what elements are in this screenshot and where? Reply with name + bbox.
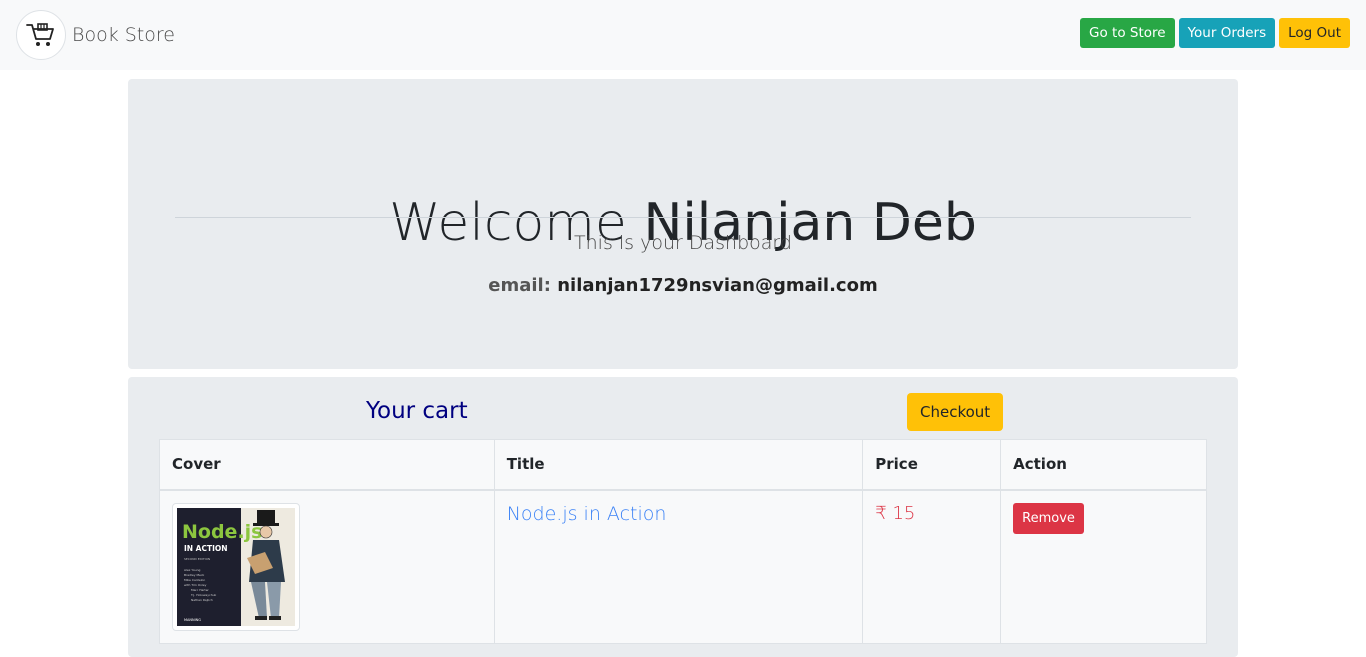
navbar: Book Store Go to Store Your Orders Log O… <box>0 0 1366 70</box>
email-value: nilanjan1729nsvian@gmail.com <box>557 275 878 296</box>
brand[interactable]: Book Store <box>16 10 175 60</box>
cover-author-1: Alex Young <box>184 568 200 572</box>
cart-title: Your cart <box>366 398 468 424</box>
dashboard-subtitle: This is your Dashboard <box>574 232 792 254</box>
book-cover-image: Node.js IN ACTION SECOND EDITION Alex Yo… <box>172 502 300 631</box>
book-title-link[interactable]: Node.js in Action <box>507 503 667 525</box>
action-cell: Remove <box>1000 489 1207 644</box>
column-header-action: Action <box>1000 439 1207 491</box>
book-cover-art: Node.js IN ACTION SECOND EDITION Alex Yo… <box>177 507 295 626</box>
cover-author-2: Bradley Meck <box>184 573 205 577</box>
cover-author-7: Nathan Rajlich <box>191 598 213 602</box>
your-orders-button[interactable]: Your Orders <box>1178 18 1276 48</box>
remove-button[interactable]: Remove <box>1013 502 1084 534</box>
email-label: email: <box>488 275 551 296</box>
cover-author-6: T.J. Holowaychuk <box>190 593 217 597</box>
nav-buttons: Go to Store Your Orders Log Out <box>1080 18 1350 48</box>
column-header-title: Title <box>493 439 864 491</box>
cover-author-5: Marc Harter <box>191 588 210 592</box>
shopping-cart-icon[interactable] <box>16 10 66 60</box>
table-header-row: Cover Title Price Action <box>159 439 1207 491</box>
cover-edition: SECOND EDITION <box>184 557 210 561</box>
divider <box>175 217 1191 218</box>
cart-section: Your cart Checkout Cover Title Price Act… <box>128 377 1238 657</box>
cover-publisher: MANNING <box>184 618 201 622</box>
email-line: email: nilanjan1729nsvian@gmail.com <box>128 275 1238 296</box>
cart-table: Cover Title Price Action Node.js IN ACTI… <box>159 439 1207 644</box>
book-price: ₹ 15 <box>875 502 916 524</box>
cover-title-main: Node.js <box>182 521 262 543</box>
column-header-cover: Cover <box>159 439 495 491</box>
cover-author-3: Mike Cantelon <box>184 578 205 582</box>
dashboard-jumbotron: Welcome Nilanjan Deb This is your Dashbo… <box>128 79 1238 369</box>
cover-title-sub: IN ACTION <box>184 544 228 553</box>
cover-cell: Node.js IN ACTION SECOND EDITION Alex Yo… <box>159 489 495 644</box>
brand-name[interactable]: Book Store <box>72 24 175 46</box>
go-to-store-button[interactable]: Go to Store <box>1080 18 1175 48</box>
table-row: Node.js IN ACTION SECOND EDITION Alex Yo… <box>159 489 1207 644</box>
title-cell: Node.js in Action <box>493 489 864 644</box>
log-out-button[interactable]: Log Out <box>1279 18 1350 48</box>
price-cell: ₹ 15 <box>862 489 1002 644</box>
column-header-price: Price <box>862 439 1002 491</box>
checkout-button[interactable]: Checkout <box>907 393 1004 431</box>
cover-author-4: with Tim Oxley <box>184 583 207 587</box>
